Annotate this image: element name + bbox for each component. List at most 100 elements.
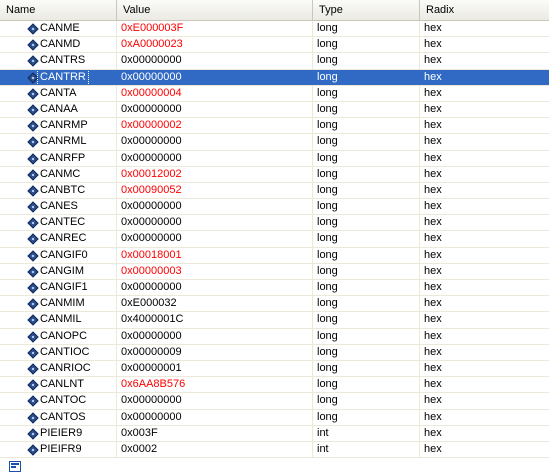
value-cell[interactable]: 0x00000000: [117, 134, 313, 150]
value-cell[interactable]: 0x00000002: [117, 118, 313, 134]
type-cell[interactable]: long: [313, 263, 420, 279]
radix-cell[interactable]: hex: [420, 312, 549, 327]
table-row[interactable]: CANGIM 0x00000003 long hex: [0, 263, 549, 280]
type-cell[interactable]: int: [313, 441, 420, 458]
radix-cell[interactable]: hex: [420, 167, 549, 182]
radix-cell[interactable]: hex: [420, 280, 549, 295]
name-cell[interactable]: CANAA: [0, 101, 117, 118]
value-cell[interactable]: 0x00000000: [117, 101, 313, 118]
column-header-radix[interactable]: Radix: [420, 0, 549, 20]
table-row[interactable]: CANOPC 0x00000000 long hex: [0, 328, 549, 345]
add-watch-icon[interactable]: [9, 461, 21, 473]
table-row[interactable]: CANMIL 0x4000001C long hex: [0, 312, 549, 329]
radix-cell[interactable]: hex: [420, 199, 549, 214]
type-cell[interactable]: long: [313, 377, 420, 393]
value-cell[interactable]: 0x00000000: [117, 199, 313, 215]
type-cell[interactable]: long: [313, 134, 420, 150]
type-cell[interactable]: long: [313, 182, 420, 199]
type-cell[interactable]: long: [313, 101, 420, 118]
value-cell[interactable]: 0x00000004: [117, 85, 313, 101]
column-header-name[interactable]: Name: [0, 0, 117, 20]
table-row[interactable]: CANMD 0xA0000023 long hex: [0, 37, 549, 54]
type-cell[interactable]: long: [313, 296, 420, 312]
radix-cell[interactable]: hex: [420, 361, 549, 376]
table-row[interactable]: CANRFP 0x00000000 long hex: [0, 150, 549, 167]
value-cell[interactable]: 0x4000001C: [117, 312, 313, 328]
value-cell[interactable]: 0x00090052: [117, 182, 313, 199]
type-cell[interactable]: long: [313, 344, 420, 360]
radix-cell[interactable]: hex: [420, 151, 549, 166]
name-cell[interactable]: CANMC: [0, 166, 117, 182]
name-cell[interactable]: CANRIOC: [0, 360, 117, 377]
table-row[interactable]: CANTOS 0x00000000 long hex: [0, 409, 549, 426]
radix-cell[interactable]: hex: [420, 118, 549, 133]
radix-cell[interactable]: hex: [420, 329, 549, 344]
type-cell[interactable]: long: [313, 393, 420, 409]
name-cell[interactable]: CANGIF0: [0, 247, 117, 263]
name-cell[interactable]: PIEIER9: [0, 425, 117, 441]
value-cell[interactable]: 0x00000000: [117, 69, 313, 85]
value-cell[interactable]: 0x00000000: [117, 280, 313, 296]
radix-cell[interactable]: hex: [420, 442, 549, 457]
table-row[interactable]: CANMC 0x00012002 long hex: [0, 166, 549, 183]
name-cell[interactable]: CANES: [0, 199, 117, 215]
column-header-type[interactable]: Type: [313, 0, 420, 20]
radix-cell[interactable]: hex: [420, 231, 549, 246]
type-cell[interactable]: long: [313, 231, 420, 247]
value-cell[interactable]: 0x00000000: [117, 231, 313, 247]
radix-cell[interactable]: hex: [420, 183, 549, 198]
value-cell[interactable]: 0x00000000: [117, 409, 313, 425]
name-cell[interactable]: CANGIM: [0, 263, 117, 279]
type-cell[interactable]: long: [313, 215, 420, 231]
type-cell[interactable]: long: [313, 312, 420, 328]
radix-cell[interactable]: hex: [420, 215, 549, 230]
value-cell[interactable]: 0x00000000: [117, 328, 313, 344]
radix-cell[interactable]: hex: [420, 345, 549, 360]
type-cell[interactable]: long: [313, 69, 420, 85]
name-cell[interactable]: CANMIL: [0, 312, 117, 328]
radix-cell[interactable]: hex: [420, 393, 549, 408]
type-cell[interactable]: long: [313, 85, 420, 101]
table-row[interactable]: CANES 0x00000000 long hex: [0, 199, 549, 216]
value-cell[interactable]: 0xA0000023: [117, 37, 313, 53]
value-cell[interactable]: 0x00000009: [117, 344, 313, 360]
name-cell[interactable]: PIEIFR9: [0, 441, 117, 458]
table-row[interactable]: CANRIOC 0x00000001 long hex: [0, 360, 549, 378]
radix-cell[interactable]: hex: [420, 248, 549, 263]
table-row[interactable]: CANGIF1 0x00000000 long hex: [0, 280, 549, 297]
name-cell[interactable]: CANRMP: [0, 118, 117, 134]
type-cell[interactable]: int: [313, 425, 420, 441]
name-cell[interactable]: CANLNT: [0, 377, 117, 393]
value-cell[interactable]: 0x003F: [117, 425, 313, 441]
type-cell[interactable]: long: [313, 21, 420, 37]
type-cell[interactable]: long: [313, 328, 420, 344]
radix-cell[interactable]: hex: [420, 21, 549, 36]
type-cell[interactable]: long: [313, 280, 420, 296]
type-cell[interactable]: long: [313, 150, 420, 166]
name-cell[interactable]: CANTEC: [0, 215, 117, 231]
name-cell[interactable]: CANMIM: [0, 296, 117, 312]
radix-cell[interactable]: hex: [420, 134, 549, 149]
value-cell[interactable]: 0x00000000: [117, 393, 313, 409]
value-cell[interactable]: 0xE000032: [117, 296, 313, 312]
name-cell[interactable]: CANTRS: [0, 53, 117, 69]
type-cell[interactable]: long: [313, 118, 420, 134]
name-cell[interactable]: CANTOC: [0, 393, 117, 409]
value-cell[interactable]: 0x00000003: [117, 263, 313, 279]
type-cell[interactable]: long: [313, 166, 420, 182]
radix-cell[interactable]: hex: [420, 410, 549, 425]
type-cell[interactable]: long: [313, 199, 420, 215]
value-cell[interactable]: 0xE000003F: [117, 21, 313, 37]
table-row[interactable]: CANGIF0 0x00018001 long hex: [0, 247, 549, 264]
type-cell[interactable]: long: [313, 360, 420, 377]
table-row[interactable]: CANTIOC 0x00000009 long hex: [0, 344, 549, 361]
radix-cell[interactable]: hex: [420, 377, 549, 392]
radix-cell[interactable]: hex: [420, 296, 549, 311]
table-row[interactable]: PIEIFR9 0x0002 int hex: [0, 441, 549, 459]
table-row[interactable]: CANRMP 0x00000002 long hex: [0, 118, 549, 135]
radix-cell[interactable]: hex: [420, 86, 549, 101]
name-cell[interactable]: CANGIF1: [0, 280, 117, 296]
value-cell[interactable]: 0x00000001: [117, 360, 313, 377]
name-cell[interactable]: CANTRR: [0, 69, 117, 85]
table-row[interactable]: CANLNT 0x6AA8B576 long hex: [0, 377, 549, 394]
